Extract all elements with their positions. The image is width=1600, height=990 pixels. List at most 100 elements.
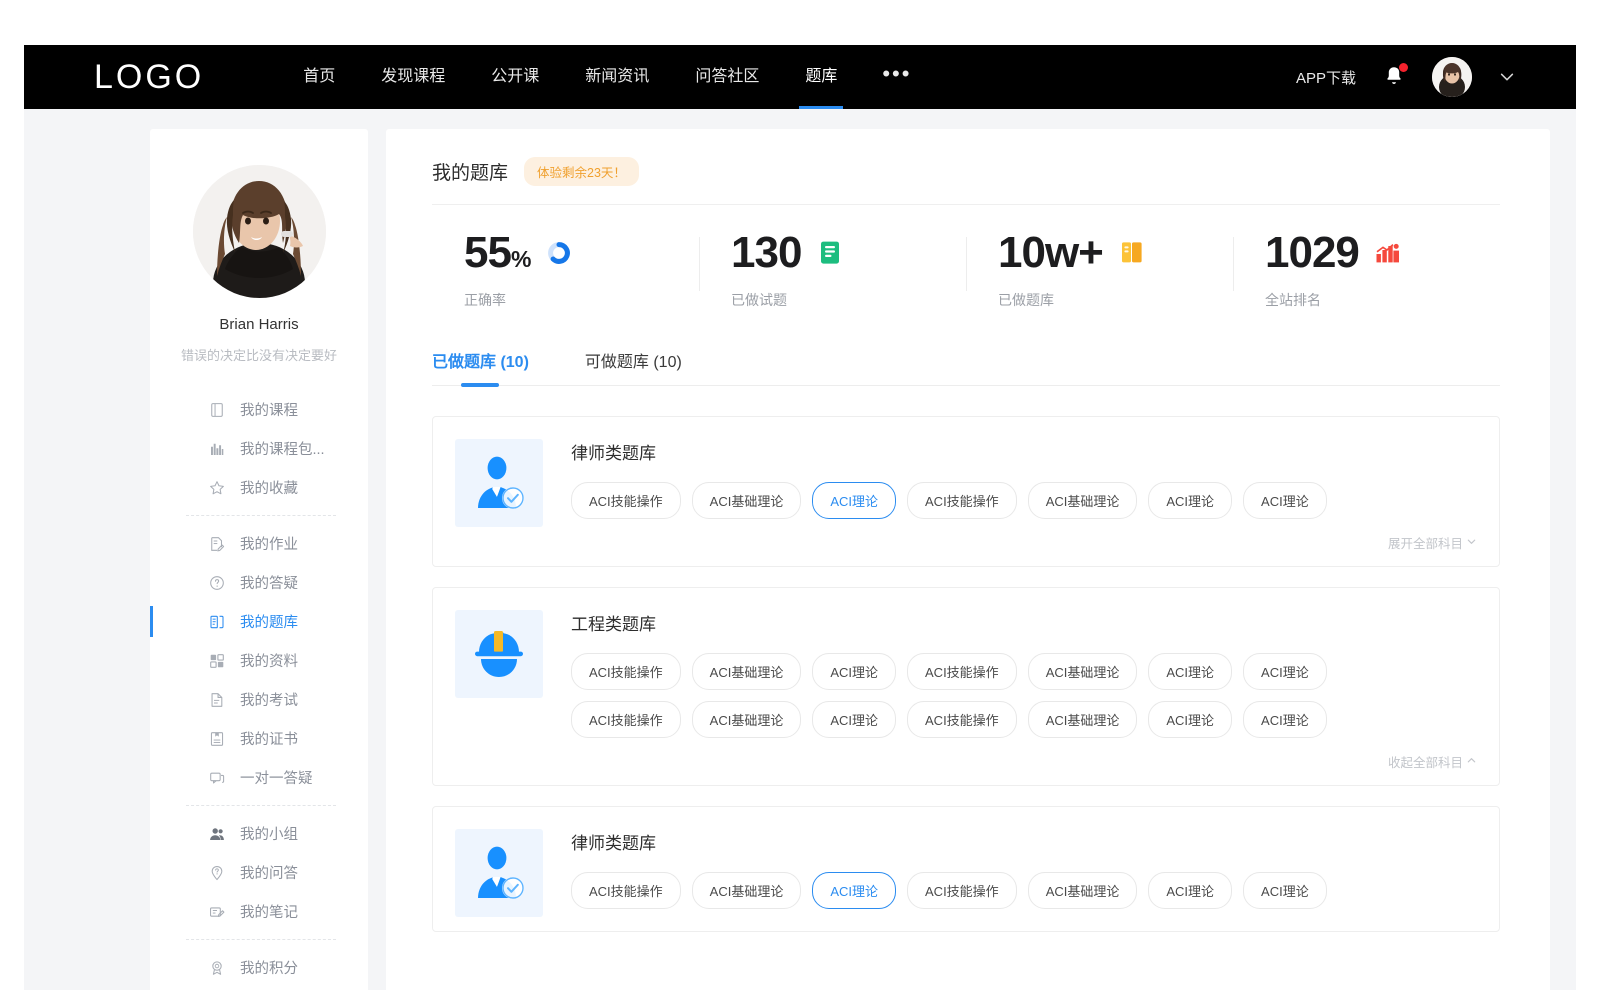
stat-card-1: 130 已做试题 bbox=[699, 231, 966, 310]
subject-chip-row: ACI技能操作 ACI基础理论 ACI理论 ACI技能操作 ACI基础理论 ACI理论 AC… bbox=[571, 701, 1477, 738]
subject-chip-row: ACI技能操作 ACI基础理论 ACI理论 ACI技能操作 ACI基础理论 ACI理论 AC… bbox=[571, 872, 1477, 909]
medal-icon bbox=[208, 959, 226, 977]
stat-unit: % bbox=[511, 246, 530, 272]
sidebar-item-label: 我的证书 bbox=[240, 728, 298, 749]
nav-more-icon[interactable]: ••• bbox=[860, 63, 933, 85]
subject-chip[interactable]: ACI理论 bbox=[1148, 653, 1232, 690]
book-icon bbox=[208, 401, 226, 419]
stat-value: 130 bbox=[731, 231, 801, 275]
stat-value-row: 10w+ bbox=[998, 231, 1233, 275]
stat-number: 10w+ bbox=[998, 228, 1103, 277]
subject-chip[interactable]: ACI理论 bbox=[1243, 482, 1327, 519]
nav-item-2[interactable]: 公开课 bbox=[468, 45, 562, 109]
yellow-book-icon bbox=[1119, 240, 1145, 266]
sidebar-item-4[interactable]: 我的作业 bbox=[150, 524, 368, 563]
chat-bubble-icon bbox=[208, 769, 226, 787]
nav-item-1[interactable]: 发现课程 bbox=[358, 45, 468, 109]
notification-bell-button[interactable] bbox=[1382, 64, 1406, 90]
subject-chip[interactable]: ACI理论 bbox=[1148, 701, 1232, 738]
page-body: Brian Harris 错误的决定比没有决定要好 我的课程我的课程包...我的… bbox=[24, 109, 1576, 990]
toggle-all-subjects-link[interactable]: 展开全部科目 bbox=[1388, 533, 1477, 552]
sidebar-item-10[interactable]: 一对一答疑 bbox=[150, 758, 368, 797]
app-download-link[interactable]: APP下载 bbox=[1296, 67, 1356, 88]
subject-chip[interactable]: ACI技能操作 bbox=[571, 701, 681, 738]
subject-chip[interactable]: ACI理论 bbox=[812, 653, 896, 690]
subject-chip[interactable]: ACI基础理论 bbox=[1028, 701, 1138, 738]
subject-chip[interactable]: ACI技能操作 bbox=[571, 872, 681, 909]
subject-chip[interactable]: ACI基础理论 bbox=[692, 653, 802, 690]
subject-chip[interactable]: ACI基础理论 bbox=[1028, 482, 1138, 519]
sidebar-item-label: 我的小组 bbox=[240, 823, 298, 844]
stat-number: 55 bbox=[464, 228, 511, 277]
sidebar-item-1[interactable]: 我的课程包... bbox=[150, 429, 368, 468]
tab-0[interactable]: 已做题库 (10) bbox=[432, 348, 529, 385]
nav-item-4[interactable]: 问答社区 bbox=[672, 45, 782, 109]
question-bank-card: 律师类题库ACI技能操作ACI基础理论ACI理论ACI技能操作ACI基础理论AC… bbox=[432, 416, 1500, 567]
nav-right-group: APP下载 bbox=[1296, 57, 1516, 97]
subject-chip[interactable]: ACI基础理论 bbox=[1028, 872, 1138, 909]
green-book-icon bbox=[817, 240, 843, 266]
subject-chip[interactable]: ACI理论 bbox=[1243, 872, 1327, 909]
subject-chip[interactable]: ACI技能操作 bbox=[907, 872, 1017, 909]
sidebar-item-8[interactable]: 我的考试 bbox=[150, 680, 368, 719]
stat-number: 130 bbox=[731, 228, 801, 277]
sidebar-item-0[interactable]: 我的课程 bbox=[150, 390, 368, 429]
subject-chip[interactable]: ACI基础理论 bbox=[692, 482, 802, 519]
user-avatar-button[interactable] bbox=[1432, 57, 1472, 97]
nav-item-5[interactable]: 题库 bbox=[782, 45, 860, 109]
sidebar-divider bbox=[186, 939, 336, 940]
subject-chip[interactable]: ACI技能操作 bbox=[907, 482, 1017, 519]
sidebar-item-7[interactable]: 我的资料 bbox=[150, 641, 368, 680]
subject-chip[interactable]: ACI技能操作 bbox=[571, 653, 681, 690]
books-icon bbox=[208, 440, 226, 458]
sidebar-item-label: 我的课程 bbox=[240, 399, 298, 420]
subject-chip[interactable]: ACI理论 bbox=[1243, 653, 1327, 690]
sidebar-item-13[interactable]: 我的问答 bbox=[150, 853, 368, 892]
sidebar-item-9[interactable]: 我的证书 bbox=[150, 719, 368, 758]
lawyer-avatar-icon bbox=[455, 829, 543, 917]
page-title: 我的题库 bbox=[432, 158, 508, 185]
sidebar-item-2[interactable]: 我的收藏 bbox=[150, 468, 368, 507]
avatar-image bbox=[193, 165, 326, 298]
subject-chip[interactable]: ACI技能操作 bbox=[907, 653, 1017, 690]
sidebar-item-14[interactable]: 我的笔记 bbox=[150, 892, 368, 931]
stat-number: 1029 bbox=[1265, 228, 1359, 277]
nav-item-3[interactable]: 新闻资讯 bbox=[562, 45, 672, 109]
subject-chip[interactable]: ACI理论 bbox=[1148, 482, 1232, 519]
question-bank-icon bbox=[208, 613, 226, 631]
toggle-all-subjects-link[interactable]: 收起全部科目 bbox=[1388, 752, 1477, 771]
subject-chip[interactable]: ACI技能操作 bbox=[907, 701, 1017, 738]
tab-1[interactable]: 可做题库 (10) bbox=[585, 348, 682, 385]
sidebar-item-label: 我的作业 bbox=[240, 533, 298, 554]
stat-label: 已做试题 bbox=[731, 290, 966, 310]
sidebar-item-label: 我的笔记 bbox=[240, 901, 298, 922]
subject-chip[interactable]: ACI基础理论 bbox=[1028, 653, 1138, 690]
nav-item-0[interactable]: 首页 bbox=[280, 45, 358, 109]
question-circle-icon bbox=[208, 574, 226, 592]
donut-chart-icon bbox=[546, 240, 572, 266]
subject-chip[interactable]: ACI基础理论 bbox=[692, 701, 802, 738]
subject-chip[interactable]: ACI理论 bbox=[1243, 701, 1327, 738]
stat-value: 55% bbox=[464, 231, 530, 275]
site-logo[interactable]: LOGO bbox=[94, 58, 204, 97]
subject-chip[interactable]: ACI理论 bbox=[812, 872, 896, 909]
stat-value: 10w+ bbox=[998, 231, 1103, 275]
chevron-down-icon[interactable] bbox=[1498, 68, 1516, 86]
sidebar-item-16[interactable]: 我的积分 bbox=[150, 948, 368, 987]
subject-chip[interactable]: ACI理论 bbox=[812, 701, 896, 738]
sidebar-item-label: 我的资料 bbox=[240, 650, 298, 671]
stat-value: 1029 bbox=[1265, 231, 1359, 275]
stat-card-3: 1029全站排名 bbox=[1233, 231, 1500, 310]
sidebar-item-5[interactable]: 我的答疑 bbox=[150, 563, 368, 602]
subject-chip[interactable]: ACI理论 bbox=[1148, 872, 1232, 909]
chevron-down-icon bbox=[1466, 536, 1477, 550]
sidebar-item-12[interactable]: 我的小组 bbox=[150, 814, 368, 853]
subject-chip[interactable]: ACI理论 bbox=[812, 482, 896, 519]
subject-chip[interactable]: ACI技能操作 bbox=[571, 482, 681, 519]
star-icon bbox=[208, 479, 226, 497]
main-header: 我的题库 体验剩余23天！ bbox=[432, 157, 1500, 205]
subject-chip[interactable]: ACI基础理论 bbox=[692, 872, 802, 909]
subject-chip-row: ACI技能操作 ACI基础理论 ACI理论 ACI技能操作 ACI基础理论 ACI理论 AC… bbox=[571, 653, 1477, 690]
sidebar-item-label: 我的积分 bbox=[240, 957, 298, 978]
sidebar-item-6[interactable]: 我的题库 bbox=[150, 602, 368, 641]
